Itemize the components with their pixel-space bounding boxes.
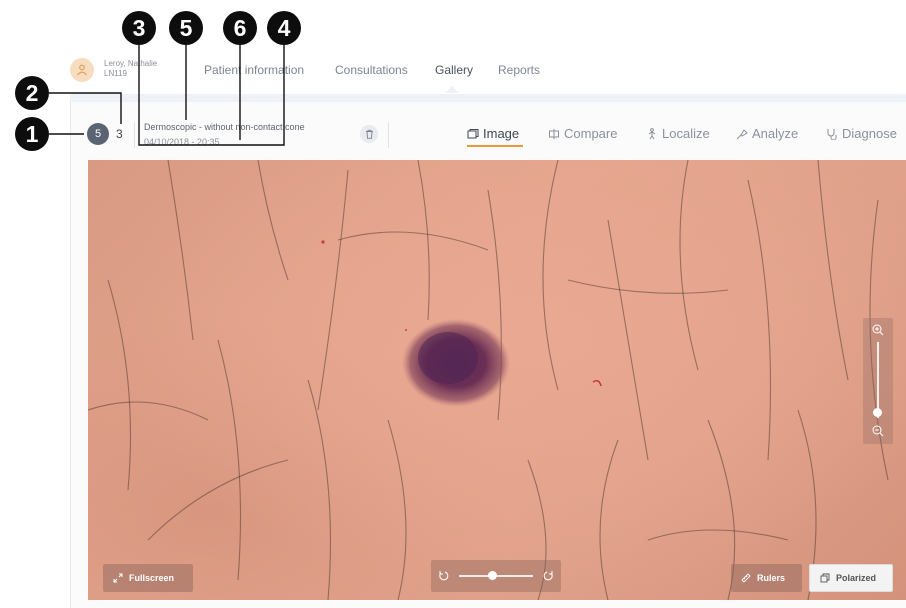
- dermoscopic-image: [88, 160, 889, 600]
- tab-localize-label: Localize: [662, 126, 710, 141]
- image-index-badge[interactable]: 5: [87, 123, 109, 145]
- image-toolbar: 5 3 Dermoscopic - without non-contact co…: [70, 114, 906, 154]
- tab-image[interactable]: Image: [467, 126, 519, 141]
- app-page: Leroy, Nathalie LN119 Patient informatio…: [0, 0, 906, 608]
- image-icon: [467, 128, 479, 138]
- zoom-slider-track[interactable]: [877, 342, 879, 418]
- rulers-button[interactable]: Rulers: [731, 564, 802, 592]
- patient-header: Leroy, Nathalie LN119 Patient informatio…: [70, 50, 906, 94]
- tab-consultations[interactable]: Consultations: [335, 63, 408, 77]
- analyze-icon: [736, 128, 748, 139]
- tab-localize[interactable]: Localize: [646, 126, 710, 141]
- callout-1: 1: [15, 117, 49, 151]
- toolbar-divider: [388, 122, 389, 148]
- person-icon: [77, 64, 87, 76]
- callout-3: 3: [122, 11, 156, 45]
- patient-avatar[interactable]: [70, 58, 94, 82]
- patient-name: Leroy, Nathalie: [104, 59, 158, 68]
- tab-patient-information[interactable]: Patient information: [204, 63, 304, 77]
- rotate-right-icon[interactable]: [541, 569, 555, 583]
- callout-6: 6: [223, 11, 257, 45]
- tab-reports[interactable]: Reports: [498, 63, 540, 77]
- toolbar-divider: [134, 122, 135, 148]
- polarized-icon: [820, 573, 830, 583]
- tab-gallery[interactable]: Gallery: [435, 63, 473, 77]
- fullscreen-label: Fullscreen: [129, 573, 175, 583]
- header-divider-band: [70, 94, 906, 102]
- callout-4: 4: [267, 11, 301, 45]
- fullscreen-icon: [113, 573, 123, 583]
- callout-5: 5: [169, 11, 203, 45]
- image-date-label: 04/10/2018 - 20:35: [144, 137, 220, 147]
- trash-icon: [365, 129, 373, 139]
- tab-image-label: Image: [483, 126, 520, 141]
- image-total-count: 3: [116, 127, 123, 141]
- compare-icon: [549, 128, 559, 139]
- localize-icon: [648, 127, 656, 139]
- rulers-label: Rulers: [757, 573, 786, 583]
- callout-2: 2: [15, 76, 49, 110]
- active-tab-underline: [467, 145, 523, 147]
- tab-diagnose-label: Diagnose: [842, 126, 897, 141]
- rotation-control[interactable]: [431, 560, 561, 592]
- polarized-label: Polarized: [836, 573, 877, 583]
- polarized-button[interactable]: Polarized: [809, 564, 893, 592]
- ruler-icon: [741, 573, 751, 583]
- fullscreen-button[interactable]: Fullscreen: [103, 564, 193, 592]
- zoom-in-icon[interactable]: [871, 323, 885, 337]
- tab-analyze[interactable]: Analyze: [736, 126, 798, 141]
- dermoscopic-image-viewport[interactable]: [88, 160, 906, 600]
- tab-compare-label: Compare: [564, 126, 618, 141]
- tab-analyze-label: Analyze: [752, 126, 799, 141]
- rotation-slider-handle[interactable]: [488, 571, 498, 580]
- active-tab-pointer: [445, 86, 459, 93]
- zoom-slider-handle[interactable]: [873, 407, 882, 417]
- zoom-out-icon[interactable]: [871, 424, 885, 438]
- delete-image-button[interactable]: [360, 125, 378, 143]
- zoom-control[interactable]: [863, 318, 893, 444]
- tab-compare[interactable]: Compare: [548, 126, 617, 141]
- tab-diagnose[interactable]: Diagnose: [826, 126, 897, 141]
- rotate-left-icon[interactable]: [437, 569, 451, 583]
- patient-id: LN119: [104, 69, 127, 78]
- image-type-label: Dermoscopic - without non-contact cone: [144, 122, 305, 132]
- diagnose-icon: [827, 128, 837, 140]
